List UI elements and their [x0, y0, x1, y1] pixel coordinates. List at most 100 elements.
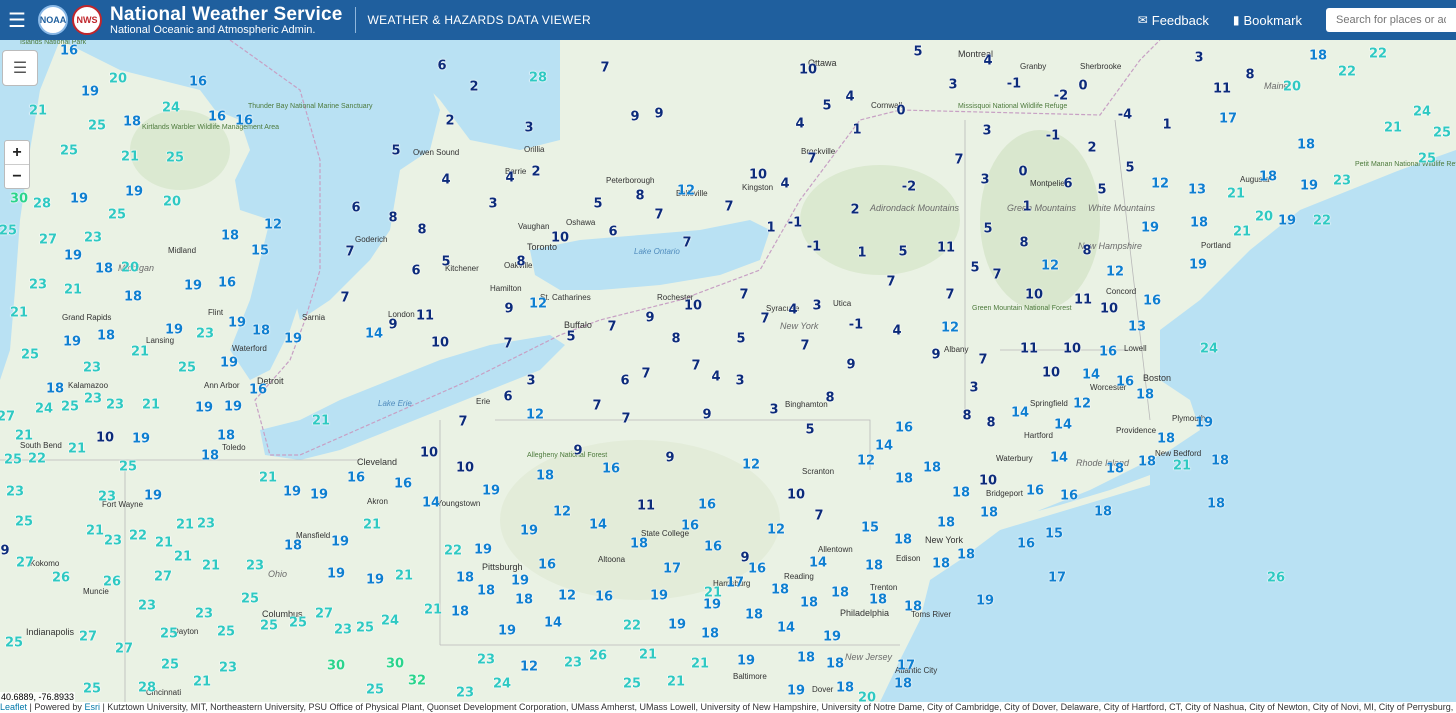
temperature-value[interactable]: 2 [445, 113, 455, 129]
temperature-value[interactable]: 24 [381, 613, 400, 629]
temperature-value[interactable]: 10 [1025, 287, 1044, 303]
temperature-value[interactable]: 10 [420, 445, 439, 461]
temperature-value[interactable]: 16 [347, 470, 366, 486]
temperature-value[interactable]: 14 [809, 555, 828, 571]
temperature-value[interactable]: 19 [650, 588, 669, 604]
temperature-value[interactable]: 14 [365, 326, 384, 342]
temperature-value[interactable]: 18 [1157, 431, 1176, 447]
temperature-value[interactable]: 8 [962, 408, 972, 424]
temperature-value[interactable]: 12 [941, 320, 960, 336]
temperature-value[interactable]: 3 [969, 380, 979, 396]
temperature-value[interactable]: 1 [857, 245, 867, 261]
temperature-value[interactable]: 4 [780, 176, 790, 192]
temperature-value[interactable]: 18 [937, 515, 956, 531]
temperature-value[interactable]: 5 [898, 244, 908, 260]
temperature-value[interactable]: 24 [1413, 104, 1432, 120]
temperature-value[interactable]: 17 [1219, 111, 1238, 127]
temperature-value[interactable]: 19 [1300, 178, 1319, 194]
temperature-value[interactable]: 18 [895, 471, 914, 487]
temperature-value[interactable]: 21 [121, 149, 140, 165]
temperature-value[interactable]: 16 [1143, 293, 1162, 309]
temperature-value[interactable]: 19 [144, 488, 163, 504]
temperature-value[interactable]: 25 [260, 618, 279, 634]
temperature-value[interactable]: 18 [831, 585, 850, 601]
temperature-value[interactable]: -4 [1117, 107, 1132, 123]
temperature-value[interactable]: 7 [654, 207, 664, 223]
temperature-value[interactable]: 23 [195, 606, 214, 622]
temperature-value[interactable]: 16 [748, 561, 767, 577]
temperature-value[interactable]: 5 [391, 143, 401, 159]
temperature-value[interactable]: 9 [573, 443, 583, 459]
temperature-value[interactable]: 27 [154, 569, 173, 585]
temperature-value[interactable]: 12 [1073, 396, 1092, 412]
temperature-value[interactable]: 8 [388, 210, 398, 226]
temperature-value[interactable]: 10 [787, 487, 806, 503]
temperature-value[interactable]: 18 [826, 656, 845, 672]
temperature-value[interactable]: 18 [97, 328, 116, 344]
temperature-value[interactable]: 18 [536, 468, 555, 484]
temperature-value[interactable]: 16 [208, 109, 227, 125]
temperature-value[interactable]: 25 [366, 682, 385, 698]
temperature-value[interactable]: 20 [163, 194, 182, 210]
temperature-value[interactable]: 4 [788, 302, 798, 318]
temperature-value[interactable]: 13 [1128, 319, 1147, 335]
temperature-value[interactable]: 32 [408, 673, 427, 689]
temperature-value[interactable]: -2 [1053, 88, 1068, 104]
temperature-value[interactable]: 19 [520, 523, 539, 539]
temperature-value[interactable]: 21 [64, 282, 83, 298]
temperature-value[interactable]: -1 [848, 317, 863, 333]
temperature-value[interactable]: 4 [795, 116, 805, 132]
temperature-value[interactable]: 22 [129, 528, 148, 544]
temperature-value[interactable]: 16 [1099, 344, 1118, 360]
temperature-value[interactable]: 18 [800, 595, 819, 611]
temperature-value[interactable]: 3 [735, 373, 745, 389]
temperature-value[interactable]: 1 [1022, 199, 1032, 215]
temperature-value[interactable]: 19 [132, 431, 151, 447]
temperature-value[interactable]: 4 [505, 170, 515, 186]
temperature-value[interactable]: 25 [289, 615, 308, 631]
temperature-value[interactable]: 16 [681, 518, 700, 534]
temperature-value[interactable]: 16 [218, 275, 237, 291]
temperature-value[interactable]: 18 [1211, 453, 1230, 469]
temperature-value[interactable]: 15 [1045, 526, 1064, 542]
temperature-value[interactable]: 16 [249, 382, 268, 398]
temperature-value[interactable]: 9 [846, 357, 856, 373]
temperature-value[interactable]: 16 [1060, 488, 1079, 504]
temperature-value[interactable]: 7 [641, 366, 651, 382]
temperature-value[interactable]: 25 [21, 347, 40, 363]
temperature-value[interactable]: 7 [503, 336, 513, 352]
temperature-value[interactable]: 12 [264, 217, 283, 233]
temperature-value[interactable]: 25 [1418, 151, 1437, 167]
temperature-value[interactable]: 20 [858, 690, 877, 702]
temperature-value[interactable]: 23 [104, 533, 123, 549]
temperature-value[interactable]: 18 [124, 289, 143, 305]
temperature-value[interactable]: 14 [1011, 405, 1030, 421]
temperature-value[interactable]: 19 [1141, 220, 1160, 236]
temperature-value[interactable]: 5 [913, 44, 923, 60]
temperature-value[interactable]: -1 [806, 239, 821, 255]
temperature-value[interactable]: 14 [777, 620, 796, 636]
temperature-value[interactable]: 21 [639, 647, 658, 663]
temperature-value[interactable]: 21 [86, 523, 105, 539]
temperature-value[interactable]: 19 [331, 534, 350, 550]
temperature-value[interactable]: 21 [424, 602, 443, 618]
leaflet-link[interactable]: Leaflet [0, 702, 27, 712]
temperature-value[interactable]: 17 [663, 561, 682, 577]
temperature-value[interactable]: 30 [10, 191, 29, 207]
temperature-value[interactable]: 19 [976, 593, 995, 609]
temperature-value[interactable]: 0 [896, 103, 906, 119]
temperature-value[interactable]: 21 [202, 558, 221, 574]
temperature-value[interactable]: 19 [228, 315, 247, 331]
temperature-value[interactable]: 21 [667, 674, 686, 690]
temperature-value[interactable]: 25 [83, 681, 102, 697]
temperature-value[interactable]: 23 [83, 360, 102, 376]
temperature-value[interactable]: 18 [217, 428, 236, 444]
temperature-value[interactable]: 18 [904, 599, 923, 615]
temperature-value[interactable]: 30 [327, 658, 346, 674]
temperature-value[interactable]: 26 [103, 574, 122, 590]
temperature-value[interactable]: 18 [477, 583, 496, 599]
temperature-value[interactable]: 19 [283, 484, 302, 500]
temperature-value[interactable]: 16 [698, 497, 717, 513]
temperature-value[interactable]: -2 [901, 179, 916, 195]
temperature-value[interactable]: 18 [865, 558, 884, 574]
